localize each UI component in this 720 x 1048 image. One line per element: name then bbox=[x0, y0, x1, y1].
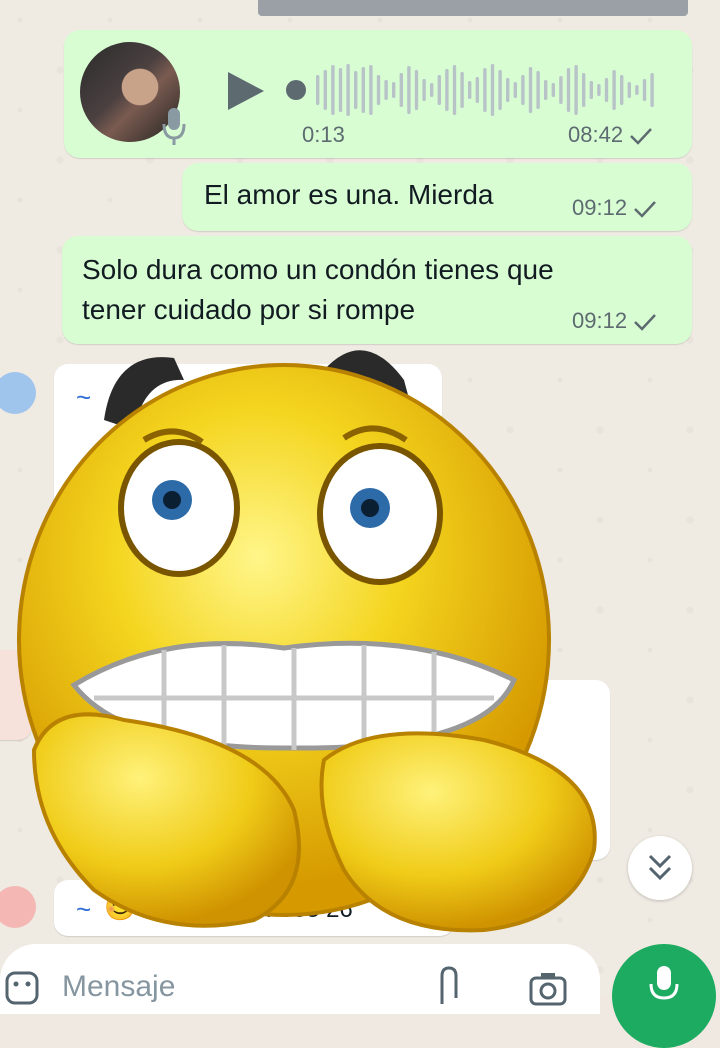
message-bubble[interactable]: El amor es una. Mierda 09:12 bbox=[182, 163, 692, 231]
audio-waveform[interactable] bbox=[286, 60, 666, 120]
double-chevron-down-icon bbox=[648, 854, 672, 881]
voice-record-button[interactable] bbox=[612, 944, 716, 1048]
play-icon[interactable] bbox=[222, 68, 268, 114]
check-icon bbox=[634, 314, 656, 331]
message-text: El amor es una. Mierda bbox=[204, 179, 494, 210]
camera-icon[interactable] bbox=[528, 970, 568, 1006]
message-text-line: Solo dura como un condón tienes que bbox=[82, 254, 554, 285]
playhead[interactable] bbox=[286, 80, 306, 100]
voice-duration: 0:13 bbox=[302, 122, 345, 147]
mic-icon bbox=[162, 108, 186, 145]
message-text-line: tener cuidado por si rompe bbox=[82, 294, 416, 325]
message-bubble[interactable]: Solo dura como un condón tienes que tene… bbox=[62, 236, 692, 344]
emoji-icon[interactable] bbox=[4, 970, 40, 1006]
attach-icon[interactable] bbox=[434, 966, 464, 1006]
message-time: 09:12 bbox=[572, 195, 657, 221]
message-input-placeholder[interactable]: Mensaje bbox=[62, 970, 175, 1004]
scroll-to-bottom-button[interactable] bbox=[628, 836, 692, 900]
nervous-emoji-sticker[interactable] bbox=[14, 330, 614, 940]
check-icon bbox=[630, 128, 652, 145]
voice-message-bubble[interactable]: 0:13 08:42 bbox=[64, 30, 692, 158]
message-time: 08:42 bbox=[568, 122, 653, 148]
check-icon bbox=[634, 201, 656, 218]
previous-image-edge[interactable] bbox=[258, 0, 688, 16]
mic-icon bbox=[649, 966, 679, 1000]
